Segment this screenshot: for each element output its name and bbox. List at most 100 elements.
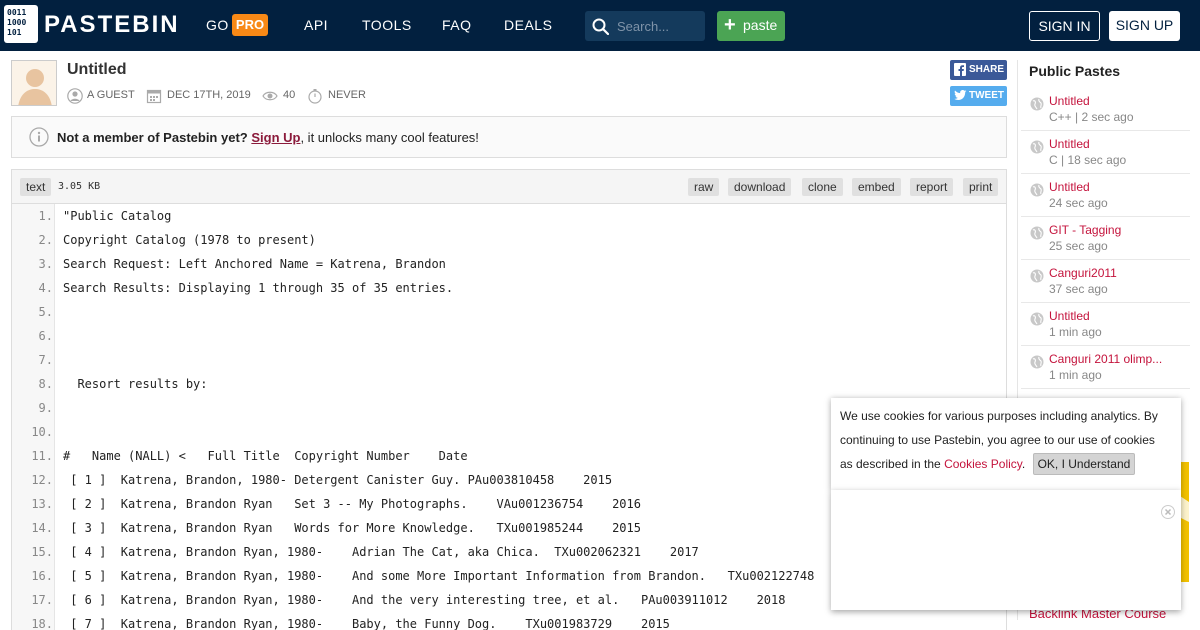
nav-go[interactable]: GO (206, 17, 229, 33)
globe-icon (1030, 183, 1044, 197)
code-line: [ 4 ] Katrena, Brandon Ryan, 1980- Adria… (63, 545, 699, 559)
paste-author[interactable]: A GUEST (87, 89, 135, 101)
paste-expiry: NEVER (328, 89, 366, 101)
user-icon (67, 88, 83, 104)
line-number: 2. (38, 233, 53, 247)
svg-text:101: 101 (7, 28, 22, 37)
facebook-icon (954, 63, 966, 76)
svg-text:0011: 0011 (7, 8, 26, 17)
public-paste-name[interactable]: Untitled (1049, 180, 1090, 194)
cookie-consent-popup: We use cookies for various purposes incl… (831, 398, 1181, 490)
logo-wordmark[interactable]: PASTEBIN (44, 11, 180, 39)
line-number: 13. (31, 497, 53, 511)
facebook-share-button[interactable]: SHARE (950, 60, 1007, 80)
notice-signup-link[interactable]: Sign Up (251, 130, 300, 145)
pastebin-logo-icon[interactable]: 0011 1000 101 (3, 4, 39, 44)
guest-avatar (11, 60, 57, 106)
sign-up-button[interactable]: SIGN UP (1109, 11, 1180, 41)
public-paste-name[interactable]: Untitled (1049, 137, 1090, 151)
twitter-icon (954, 89, 967, 101)
line-number: 11. (31, 449, 53, 463)
paste-date: DEC 17TH, 2019 (167, 89, 251, 101)
globe-icon (1030, 355, 1044, 369)
search-box[interactable] (585, 11, 705, 41)
twitter-tweet-label: TWEET (969, 90, 1004, 101)
code-line: "Public Catalog (63, 209, 172, 223)
code-line: [ 5 ] Katrena, Brandon Ryan, 1980- And s… (63, 569, 858, 583)
line-number: 17. (31, 593, 53, 607)
close-icon[interactable] (1161, 505, 1175, 519)
public-paste-meta: 37 sec ago (1049, 282, 1108, 296)
nav-api[interactable]: API (304, 17, 328, 33)
download-button[interactable]: download (728, 178, 792, 196)
globe-icon (1030, 226, 1044, 240)
public-paste-item[interactable]: Untitled C++ | 2 sec ago (1021, 88, 1190, 131)
eye-icon (262, 91, 278, 101)
globe-icon (1030, 97, 1044, 111)
cookie-text: We use cookies for various purposes incl… (840, 404, 1170, 476)
line-number: 12. (31, 473, 53, 487)
public-paste-item[interactable]: Untitled 1 min ago (1021, 303, 1190, 346)
line-number: 16. (31, 569, 53, 583)
line-number: 18. (31, 617, 53, 630)
nav-deals[interactable]: DEALS (504, 17, 552, 33)
nav-tools[interactable]: TOOLS (362, 17, 412, 33)
code-line: [ 6 ] Katrena, Brandon Ryan, 1980- And t… (63, 593, 786, 607)
ad-overlay-popup (831, 490, 1181, 610)
cookie-period: . (1021, 457, 1026, 471)
cookie-ok-button[interactable]: OK, I Understand (1032, 453, 1136, 475)
signup-notice-text: Not a member of Pastebin yet? Sign Up, i… (57, 130, 479, 145)
new-paste-button[interactable]: + paste (717, 11, 785, 41)
user-avatar-icon (12, 61, 56, 105)
calendar-icon (146, 89, 162, 104)
sign-in-button[interactable]: SIGN IN (1029, 11, 1100, 41)
notice-suffix: , it unlocks many cool features! (300, 130, 479, 145)
public-paste-item[interactable]: Untitled C | 18 sec ago (1021, 131, 1190, 174)
paste-views: 40 (283, 89, 296, 101)
public-paste-meta: C | 18 sec ago (1049, 153, 1127, 167)
code-line: Search Request: Left Anchored Name = Kat… (63, 257, 446, 271)
public-paste-item[interactable]: Canguri2011 37 sec ago (1021, 260, 1190, 303)
twitter-tweet-button[interactable]: TWEET (950, 86, 1007, 106)
line-number: 6. (38, 329, 53, 343)
code-toolbar: text 3.05 KB raw download clone embed re… (12, 170, 1006, 204)
public-paste-item[interactable]: Untitled 24 sec ago (1021, 174, 1190, 217)
nav-faq[interactable]: FAQ (442, 17, 472, 33)
code-line: [ 2 ] Katrena, Brandon Ryan Set 3 -- My … (63, 497, 641, 511)
public-pastes-title: Public Pastes (1029, 63, 1121, 79)
public-paste-name[interactable]: Untitled (1049, 94, 1090, 108)
line-number: 9. (38, 401, 53, 415)
code-line: Copyright Catalog (1978 to present) (63, 233, 316, 247)
public-paste-meta: 25 sec ago (1049, 239, 1108, 253)
cookies-policy-link[interactable]: Cookies Policy (944, 457, 1022, 471)
search-icon[interactable] (592, 18, 609, 35)
syntax-tag[interactable]: text (20, 178, 52, 196)
code-line: [ 1 ] Katrena, Brandon, 1980- Detergent … (63, 473, 613, 487)
clone-button[interactable]: clone (802, 178, 843, 196)
raw-button[interactable]: raw (688, 178, 720, 196)
public-paste-item[interactable]: GIT - Tagging 25 sec ago (1021, 217, 1190, 260)
globe-icon (1030, 140, 1044, 154)
public-paste-name[interactable]: Canguri 2011 olimp... (1049, 352, 1162, 366)
public-paste-meta: C++ | 2 sec ago (1049, 110, 1134, 124)
embed-button[interactable]: embed (852, 178, 901, 196)
public-paste-name[interactable]: Canguri2011 (1049, 266, 1117, 280)
line-number: 5. (38, 305, 53, 319)
search-input[interactable] (617, 17, 697, 35)
print-button[interactable]: print (963, 178, 999, 196)
line-number: 7. (38, 353, 53, 367)
signup-notice: Not a member of Pastebin yet? Sign Up, i… (11, 116, 1007, 158)
code-line: Search Results: Displaying 1 through 35 … (63, 281, 454, 295)
globe-icon (1030, 312, 1044, 326)
public-paste-name[interactable]: GIT - Tagging (1049, 223, 1121, 237)
info-icon (29, 127, 49, 147)
code-line: [ 3 ] Katrena, Brandon Ryan Words for Mo… (63, 521, 641, 535)
line-number: 3. (38, 257, 53, 271)
public-paste-item[interactable]: Canguri 2011 olimp... 1 min ago (1021, 346, 1190, 389)
line-number: 15. (31, 545, 53, 559)
pro-badge[interactable]: PRO (232, 14, 268, 36)
public-paste-meta: 24 sec ago (1049, 196, 1108, 210)
report-button[interactable]: report (910, 178, 954, 196)
notice-prefix: Not a member of Pastebin yet? (57, 130, 248, 145)
public-paste-name[interactable]: Untitled (1049, 309, 1090, 323)
